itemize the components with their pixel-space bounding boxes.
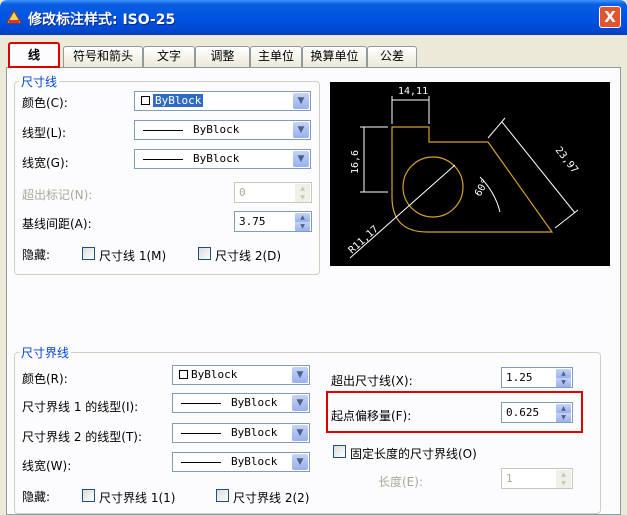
spin-down-icon: ▼ [295, 193, 310, 202]
dim-lines-legend: 尺寸线 [21, 75, 58, 89]
tab-fit[interactable]: 调整 [195, 46, 250, 67]
dim-lineweight-label: 线宽(G): [22, 156, 69, 170]
color-swatch [179, 370, 188, 379]
title-bar: 修改标注样式: ISO-25 X [0, 0, 627, 35]
spin-up-icon[interactable]: ▲ [556, 369, 571, 378]
ext1-linetype-value: ByBlock [231, 396, 278, 409]
chevron-down-icon[interactable]: ▼ [292, 367, 308, 383]
spin-down-icon[interactable]: ▼ [295, 222, 310, 231]
line-sample [143, 159, 183, 160]
extend-beyond-label: 超出尺寸线(X): [331, 374, 413, 388]
baseline-spacing-label: 基线间距(A): [22, 217, 92, 231]
chevron-down-icon[interactable]: ▼ [292, 454, 308, 470]
suppress-ext-line-1-label[interactable]: 尺寸界线 1(1) [99, 489, 175, 506]
spin-up-icon[interactable]: ▲ [295, 213, 310, 222]
line-sample [143, 130, 183, 131]
extend-ticks-spinner: 0 ▲ ▼ [234, 182, 312, 203]
preview-dim-right: 23,97 [553, 145, 580, 175]
chevron-down-icon[interactable]: ▼ [293, 93, 309, 109]
preview-part-outline [391, 126, 554, 233]
highlight-box [326, 391, 583, 433]
ext2-linetype-label: 尺寸界线 2 的线型(T): [22, 430, 143, 444]
ext-color-label: 颜色(R): [22, 372, 68, 386]
suppress-dim-line-1-label[interactable]: 尺寸线 1(M) [99, 247, 166, 264]
tab-primary-units[interactable]: 主单位 [250, 46, 302, 67]
suppress-dim-line-2-label[interactable]: 尺寸线 2(D) [215, 247, 281, 264]
extend-beyond-spinner[interactable]: 1.25 ▲ ▼ [501, 367, 573, 388]
chevron-down-icon[interactable]: ▼ [292, 395, 308, 411]
suppress-dim-line-2-checkbox[interactable] [198, 247, 211, 260]
ext2-linetype-combo[interactable]: ByBlock ▼ [172, 423, 310, 443]
chevron-down-icon[interactable]: ▼ [292, 425, 308, 441]
dim-lineweight-combo[interactable]: ByBlock ▼ [134, 149, 311, 169]
fixed-length-checkbox[interactable] [333, 445, 346, 458]
dim-suppress-label: 隐藏: [22, 248, 51, 262]
line-sample [181, 462, 221, 463]
baseline-spacing-spinner[interactable]: 3.75 ▲ ▼ [234, 211, 312, 232]
spin-down-icon[interactable]: ▼ [556, 378, 571, 387]
preview-drawing: 14,11 16,6 23,97 60° R11,17 [347, 86, 580, 259]
preview-dim-left: 16,6 [350, 150, 361, 174]
ext1-linetype-label: 尺寸界线 1 的线型(I): [22, 400, 139, 414]
dim-linetype-value: ByBlock [193, 123, 240, 136]
ext-color-value: ByBlock [191, 368, 238, 381]
length-spinner: 1 ▲ ▼ [501, 468, 573, 489]
tab-text[interactable]: 文字 [143, 46, 195, 67]
spin-up-icon: ▲ [556, 470, 571, 479]
ext-lineweight-combo[interactable]: ByBlock ▼ [172, 452, 310, 472]
ext1-linetype-combo[interactable]: ByBlock ▼ [172, 393, 310, 413]
fixed-length-label[interactable]: 固定长度的尺寸界线(O) [350, 445, 477, 462]
tab-tolerances[interactable]: 公差 [367, 46, 417, 67]
suppress-ext-line-1-checkbox[interactable] [82, 489, 95, 502]
baseline-spacing-value[interactable]: 3.75 [239, 215, 266, 228]
dimension-style-icon [6, 10, 22, 24]
suppress-dim-line-1-checkbox[interactable] [82, 247, 95, 260]
length-value: 1 [506, 472, 513, 485]
chevron-down-icon[interactable]: ▼ [293, 122, 309, 138]
ext-color-combo[interactable]: ByBlock ▼ [172, 365, 310, 385]
line-sample [181, 433, 221, 434]
length-label: 长度(E): [378, 475, 423, 489]
extend-beyond-value[interactable]: 1.25 [506, 371, 533, 384]
tab-alternate-units[interactable]: 换算单位 [302, 46, 367, 67]
dim-linetype-combo[interactable]: ByBlock ▼ [134, 120, 311, 140]
dim-color-combo[interactable]: ByBlock ▼ [134, 91, 311, 111]
dim-color-label: 颜色(C): [22, 96, 68, 110]
preview-dim-top: 14,11 [398, 86, 428, 97]
line-sample [181, 403, 221, 404]
extend-ticks-label: 超出标记(N): [22, 188, 93, 202]
preview-dim-radius: R11,17 [347, 224, 381, 256]
dim-lineweight-value: ByBlock [193, 152, 240, 165]
chevron-down-icon[interactable]: ▼ [293, 151, 309, 167]
window-title: 修改标注样式: ISO-25 [28, 12, 176, 28]
ext-lines-legend: 尺寸界线 [21, 346, 70, 360]
suppress-ext-line-2-label[interactable]: 尺寸界线 2(2) [233, 489, 309, 506]
color-swatch [141, 96, 150, 105]
extend-ticks-value: 0 [239, 186, 246, 199]
preview-pane: 14,11 16,6 23,97 60° R11,17 [330, 82, 610, 266]
spin-down-icon: ▼ [556, 479, 571, 488]
suppress-ext-line-2-checkbox[interactable] [216, 489, 229, 502]
close-button[interactable]: X [599, 6, 621, 28]
spin-up-icon: ▲ [295, 184, 310, 193]
ext-suppress-label: 隐藏: [22, 490, 51, 504]
dim-linetype-label: 线型(L): [22, 126, 67, 140]
tab-strip: 线 符号和箭头 文字 调整 主单位 换算单位 公差 [6, 40, 621, 68]
ext-lineweight-label: 线宽(W): [22, 459, 72, 473]
tab-symbols-arrows[interactable]: 符号和箭头 [63, 46, 143, 67]
ext2-linetype-value: ByBlock [231, 426, 278, 439]
dim-color-value: ByBlock [153, 94, 204, 107]
ext-lineweight-value: ByBlock [231, 455, 278, 468]
tab-lines[interactable]: 线 [8, 42, 60, 68]
